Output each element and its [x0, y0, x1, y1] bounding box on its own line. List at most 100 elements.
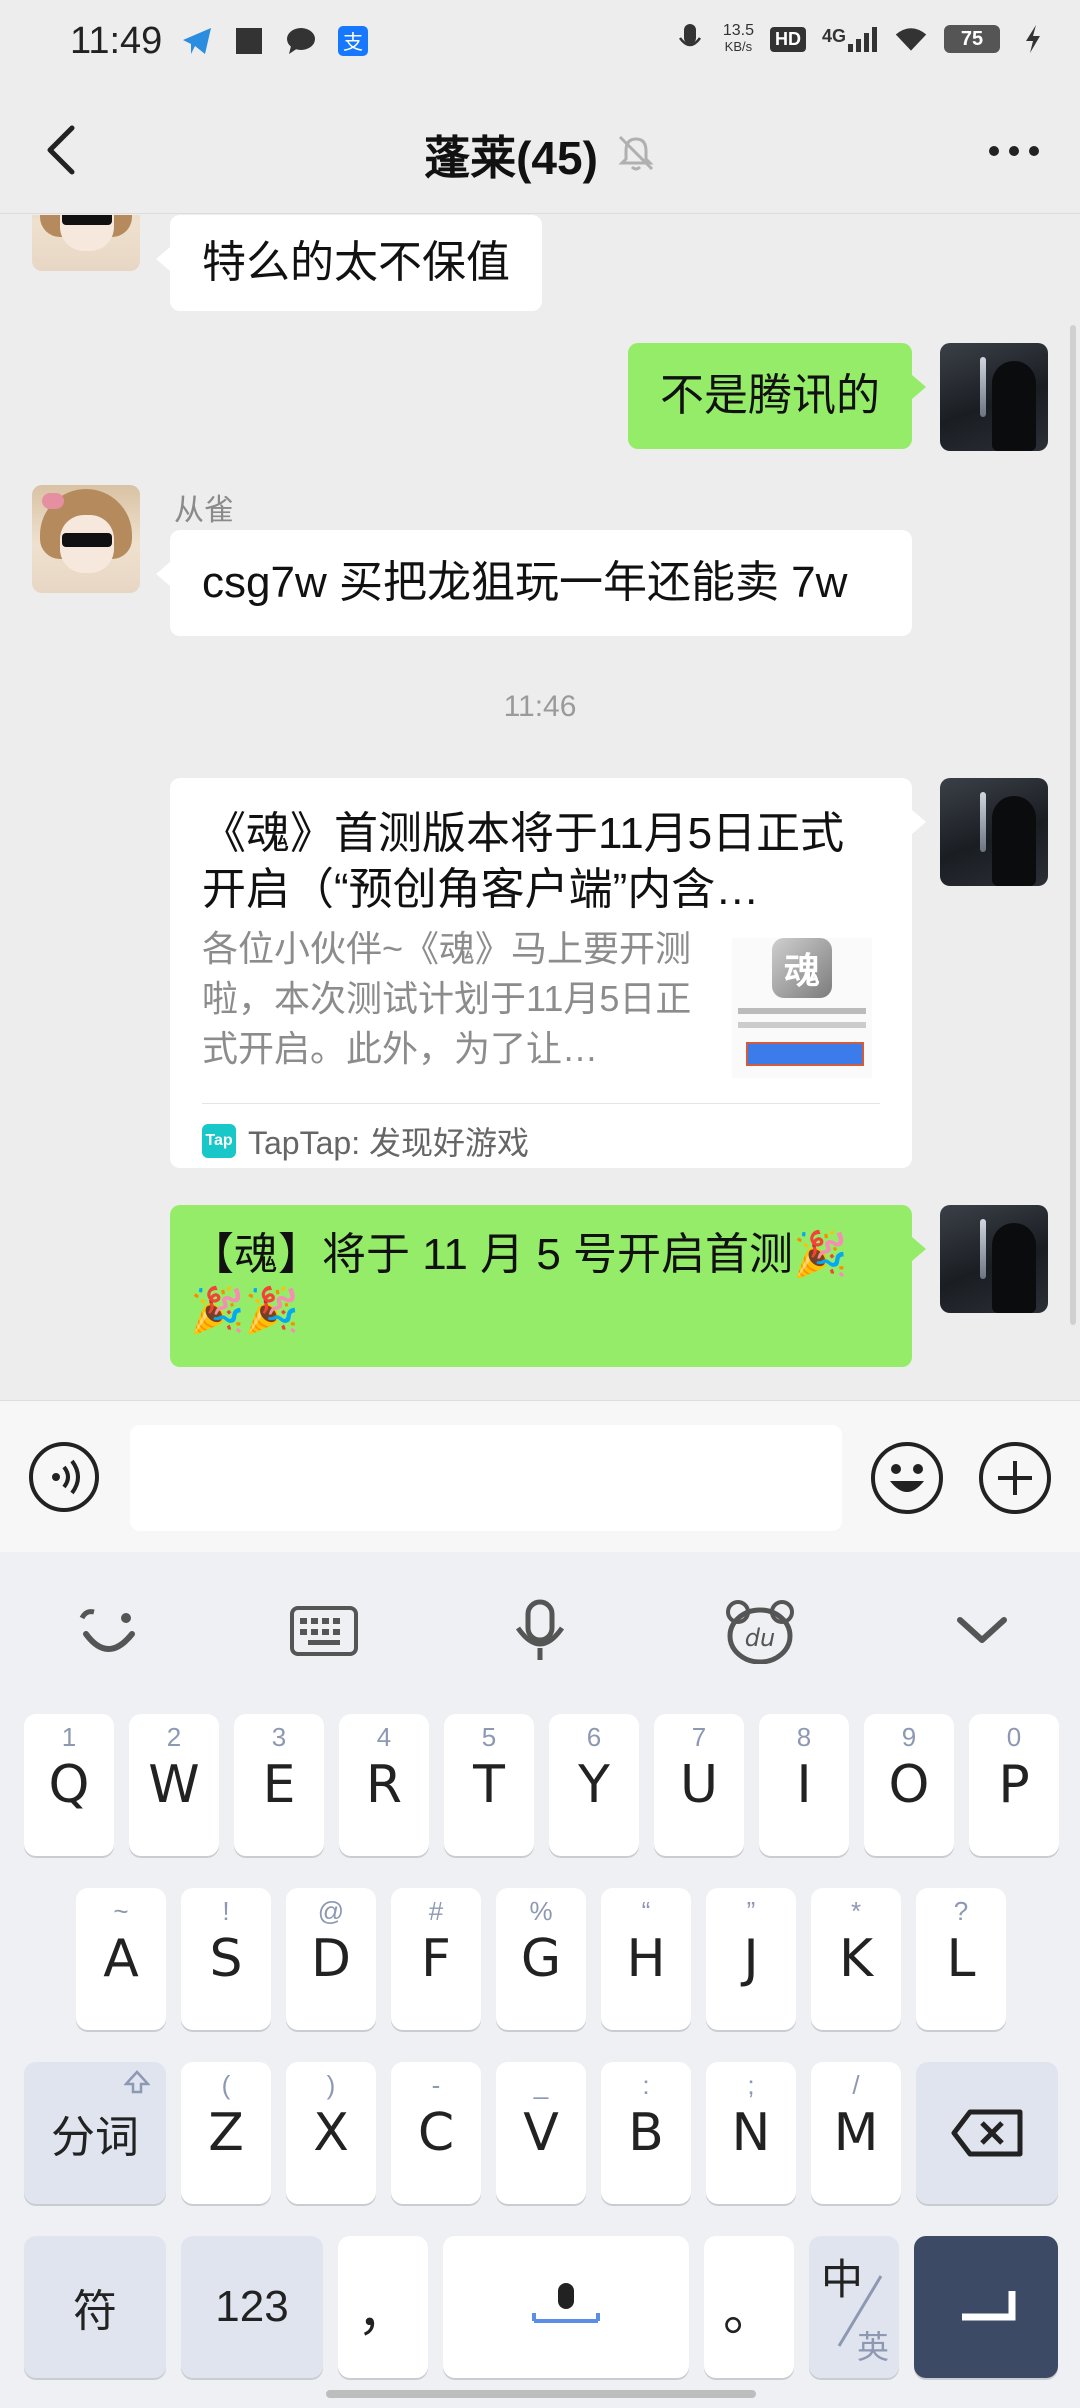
emoji-icon — [871, 1442, 943, 1514]
chat-title: 蓬莱(45) — [424, 132, 598, 184]
comma-key[interactable]: ， — [338, 2236, 428, 2378]
card-source-text: TapTap: 发现好游戏 — [248, 1125, 529, 1161]
taptap-icon: Tap — [202, 1124, 236, 1158]
mic-icon[interactable] — [504, 1598, 576, 1664]
card-thumbnail: 魂 — [732, 938, 872, 1078]
battery-indicator: 75 — [944, 25, 1000, 53]
space-key[interactable] — [443, 2236, 689, 2378]
scrollbar[interactable] — [1070, 325, 1076, 1325]
plus-icon — [979, 1442, 1051, 1514]
key-r[interactable]: 4R — [339, 1714, 429, 1856]
svg-text:du: du — [745, 1624, 775, 1652]
card-title: 《魂》首测版本将于11月5日正式开启（“预创角客户端”内含… — [202, 809, 845, 914]
mic-icon — [673, 22, 707, 56]
backspace-icon — [951, 2109, 1023, 2157]
home-indicator[interactable] — [326, 2390, 756, 2398]
key-d[interactable]: @ D — [286, 1888, 376, 2030]
keyboard: du 1Q 2W 3E 4R 5T 6Y 7U 8I 9O 0P ~ A ! S @… — [0, 1552, 1080, 2408]
message-bubble[interactable]: csg7w 买把龙狙玩一年还能卖 7w — [156, 530, 912, 636]
message-list[interactable]: 特么的太不保值 不是腾讯的 从雀 csg7w 买把龙狙玩一年还能卖 7w 11:… — [0, 215, 1080, 1400]
voice-button[interactable] — [28, 1441, 100, 1513]
smile-icon[interactable] — [72, 1598, 144, 1664]
backspace-key[interactable] — [916, 2062, 1058, 2204]
avatar[interactable] — [940, 778, 1048, 886]
voice-icon — [29, 1442, 99, 1512]
message-timestamp: 11:46 — [503, 690, 577, 723]
alipay-icon: 支 — [336, 24, 370, 58]
space-mic-icon — [532, 2283, 600, 2323]
status-bar: 11:49 支 13.5 KB/s HD 4G 75 — [0, 0, 1080, 86]
keyboard-toolbar: du — [0, 1552, 1080, 1702]
language-switch-key[interactable]: 中 英 — [809, 2236, 899, 2378]
more-options-button[interactable] — [984, 126, 1044, 176]
game-logo: 魂 — [772, 938, 832, 998]
key-u[interactable]: 7U — [654, 1714, 744, 1856]
key-f[interactable]: # F — [391, 1888, 481, 2030]
sender-name: 从雀 — [174, 494, 234, 527]
key-q[interactable]: 1Q — [24, 1714, 114, 1856]
key-m[interactable]: / M — [811, 2062, 901, 2204]
card-source: Tap TapTap: 发现好游戏 — [202, 1118, 529, 1164]
key-c[interactable]: -C — [391, 2062, 481, 2204]
avatar[interactable] — [32, 485, 140, 593]
message-bubble[interactable]: 特么的太不保值 — [156, 215, 542, 311]
avatar[interactable] — [940, 343, 1048, 451]
key-z[interactable]: (Z — [181, 2062, 271, 2204]
link-card[interactable]: 《魂》首测版本将于11月5日正式开启（“预创角客户端”内含… 各位小伙伴~《魂》… — [170, 778, 926, 1168]
wifi-icon — [894, 22, 928, 56]
key-t[interactable]: 5T — [444, 1714, 534, 1856]
key-v[interactable]: _ V — [496, 2062, 586, 2204]
du-bear-icon[interactable]: du — [724, 1598, 796, 1665]
key-y[interactable]: 6Y — [549, 1714, 639, 1856]
telegram-icon — [180, 24, 214, 58]
hd-badge: HD — [769, 26, 806, 52]
key-x[interactable]: ) X — [286, 2062, 376, 2204]
numbers-key[interactable]: 123 — [181, 2236, 323, 2378]
signal-icon: 4G — [822, 26, 878, 52]
key-p[interactable]: 0P — [969, 1714, 1059, 1856]
key-e[interactable]: 3E — [234, 1714, 324, 1856]
chat-bubble-icon — [284, 24, 318, 58]
avatar[interactable] — [940, 1205, 1048, 1313]
key-j[interactable]: ” J — [706, 1888, 796, 2030]
shift-arrow-icon — [122, 2070, 152, 2101]
message-bubble[interactable]: 不是腾讯的 — [628, 343, 926, 449]
more-functions-button[interactable] — [978, 1441, 1052, 1515]
input-bar — [0, 1400, 1080, 1552]
keyboard-icon[interactable] — [288, 1598, 360, 1664]
symbols-key[interactable]: 符 — [24, 2236, 166, 2378]
key-i[interactable]: 8I — [759, 1714, 849, 1856]
message-text: csg7w 买把龙狙玩一年还能卖 7w — [202, 558, 848, 607]
message-text: 特么的太不保值 — [202, 238, 510, 287]
key-k[interactable]: * K — [811, 1888, 901, 2030]
key-n[interactable]: ; N — [706, 2062, 796, 2204]
square-icon — [232, 24, 266, 58]
emoji-button[interactable] — [870, 1441, 944, 1515]
enter-icon — [962, 2291, 1016, 2321]
status-time: 11:49 — [70, 20, 163, 62]
collapse-chevron-icon[interactable] — [946, 1598, 1018, 1664]
message-text: 【魂】将于 11 月 5 号开启首测🎉🎉🎉 — [190, 1230, 848, 1335]
period-key[interactable]: 。 — [704, 2236, 794, 2378]
key-a[interactable]: ~ A — [76, 1888, 166, 2030]
message-input[interactable] — [130, 1425, 842, 1531]
charging-icon — [1016, 22, 1050, 56]
key-s[interactable]: ! S — [181, 1888, 271, 2030]
card-description: 各位小伙伴~《魂》马上要开测啦，本次测试计划于11月5日正式开启。此外，为了让… — [202, 928, 692, 1069]
chat-header: 蓬莱(45) — [0, 86, 1080, 214]
message-text: 不是腾讯的 — [660, 371, 880, 420]
avatar[interactable] — [32, 215, 140, 271]
message-bubble[interactable]: 【魂】将于 11 月 5 号开启首测🎉🎉🎉 — [170, 1205, 926, 1367]
key-b[interactable]: :B — [601, 2062, 691, 2204]
bell-off-icon — [616, 133, 656, 178]
key-l[interactable]: ? L — [916, 1888, 1006, 2030]
more-dots-icon — [989, 146, 1039, 156]
key-g[interactable]: % G — [496, 1888, 586, 2030]
key-o[interactable]: 9O — [864, 1714, 954, 1856]
svg-text:支: 支 — [343, 30, 363, 54]
enter-key[interactable] — [914, 2236, 1058, 2378]
key-h[interactable]: “H — [601, 1888, 691, 2030]
key-w[interactable]: 2W — [129, 1714, 219, 1856]
card-divider — [202, 1103, 880, 1104]
shift-key[interactable]: 分词 — [24, 2062, 166, 2204]
